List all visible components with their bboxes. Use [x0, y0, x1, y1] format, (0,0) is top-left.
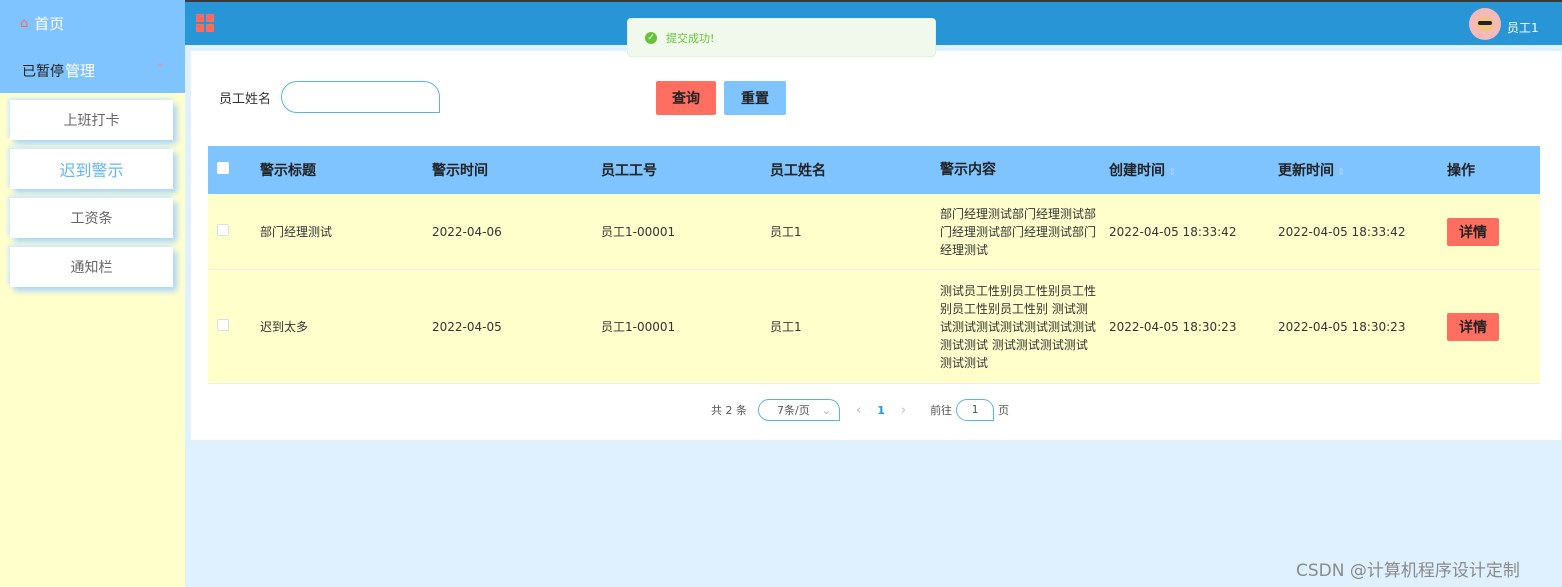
watermark: CSDN @计算机程序设计定制 [1296, 561, 1520, 581]
table-row: 迟到太多 2022-04-05 员工1-00001 员工1 测试员工性别员工性别… [208, 270, 1540, 384]
sidebar: ⌂ 首页 已暂停 管理 已暂停 ⌃ 上班打卡 迟到警示 工资条 通知栏 [0, 0, 185, 587]
home-icon: ⌂ [20, 16, 29, 31]
search-label: 员工姓名 [219, 91, 272, 107]
table-header: 警示标题 警示时间 员工工号 员工姓名 警示内容 创建时间 ⇕ 更新时间 ⇕ 操作 [208, 146, 1540, 194]
pagination: 共 2 条 7条/页 ⌄ ‹ 1 › 前往 1 页 [711, 399, 1009, 421]
avatar-face-icon [1476, 16, 1494, 32]
content-panel: 员工姓名 查询 重置 警示标题 警示时间 员工工号 员工姓名 警示内容 创建时间… [191, 51, 1561, 440]
table-row: 部门经理测试 2022-04-06 员工1-00001 员工1 部门经理测试部门… [208, 194, 1540, 270]
col-emp-name: 员工姓名 [770, 163, 826, 179]
goto-suffix: 页 [998, 404, 1010, 417]
cell-created: 2022-04-05 18:33:42 [1109, 224, 1237, 239]
page-size-select[interactable]: 7条/页 ⌄ [758, 399, 840, 421]
sidebar-item-notice[interactable]: 通知栏 [10, 247, 173, 287]
sort-icon[interactable]: ⇕ [1168, 167, 1176, 178]
col-content: 警示内容 [940, 162, 996, 178]
query-button[interactable]: 查询 [656, 81, 716, 115]
toast-message: 提交成功! [666, 31, 715, 45]
check-circle-icon: ✓ [645, 31, 657, 44]
row-checkbox[interactable] [217, 224, 229, 236]
warning-table: 警示标题 警示时间 员工工号 员工姓名 警示内容 创建时间 ⇕ 更新时间 ⇕ 操作 … [208, 146, 1540, 384]
col-updated[interactable]: 更新时间 ⇕ [1278, 160, 1447, 180]
search-row: 员工姓名 [219, 81, 441, 113]
cell-content: 测试员工性别员工性别员工性别员工性别员工性别 测试测试测试测试测试测试测试测试测… [940, 283, 1097, 370]
cell-title: 部门经理测试 [260, 225, 333, 239]
cell-time: 2022-04-05 [432, 319, 502, 334]
sidebar-item-clock-in[interactable]: 上班打卡 [10, 100, 173, 140]
success-toast: ✓ 提交成功! [627, 18, 936, 57]
user-name[interactable]: 员工1 [1507, 19, 1539, 36]
sidebar-submenu: 上班打卡 迟到警示 工资条 通知栏 [0, 93, 185, 287]
sidebar-home-label: 首页 [34, 15, 65, 33]
detail-button[interactable]: 详情 [1447, 312, 1499, 341]
main-area: 员工姓名 查询 重置 警示标题 警示时间 员工工号 员工姓名 警示内容 创建时间… [185, 45, 1562, 587]
cell-emp-no: 员工1-00001 [601, 225, 676, 239]
sidebar-item-payslip[interactable]: 工资条 [10, 198, 173, 238]
grid-menu-icon[interactable] [196, 14, 214, 32]
cell-content: 部门经理测试部门经理测试部门经理测试部门经理测试部门经理测试 [940, 206, 1097, 257]
cell-emp-name: 员工1 [770, 225, 802, 239]
cell-emp-no: 员工1-00001 [601, 320, 676, 334]
cell-emp-name: 员工1 [770, 320, 802, 334]
avatar[interactable] [1469, 8, 1501, 40]
cell-title: 迟到太多 [260, 320, 309, 334]
col-created[interactable]: 创建时间 ⇕ [1109, 160, 1278, 180]
col-title: 警示标题 [260, 163, 316, 179]
cell-time: 2022-04-06 [432, 224, 502, 239]
sidebar-group-label: 已暂停 [22, 64, 64, 80]
sidebar-group-toggle[interactable]: 已暂停 管理 已暂停 ⌃ [0, 47, 185, 93]
detail-button[interactable]: 详情 [1447, 217, 1499, 246]
cell-updated: 2022-04-05 18:33:42 [1278, 224, 1406, 239]
chevron-up-icon: ⌃ [154, 61, 165, 75]
col-action: 操作 [1447, 163, 1475, 179]
goto-label: 前往 [930, 404, 953, 417]
cell-updated: 2022-04-05 18:30:23 [1278, 319, 1406, 334]
sidebar-item-late-warning[interactable]: 迟到警示 [10, 149, 173, 189]
next-page-icon[interactable]: › [901, 403, 906, 418]
reset-button[interactable]: 重置 [724, 81, 786, 115]
sort-icon[interactable]: ⇕ [1337, 167, 1345, 178]
goto-page-input[interactable]: 1 [956, 399, 995, 421]
sidebar-item-home[interactable]: ⌂ 首页 [0, 0, 185, 47]
employee-name-input[interactable] [281, 81, 441, 113]
cell-created: 2022-04-05 18:30:23 [1109, 319, 1237, 334]
total-count: 共 2 条 [711, 404, 747, 417]
page-number[interactable]: 1 [877, 404, 885, 417]
select-all-checkbox[interactable] [217, 162, 229, 174]
row-checkbox[interactable] [217, 319, 229, 331]
prev-page-icon[interactable]: ‹ [856, 403, 861, 418]
col-time: 警示时间 [432, 163, 488, 179]
col-emp-no: 员工工号 [601, 163, 657, 179]
chevron-down-icon: ⌄ [821, 403, 831, 417]
sidebar-group-suffix: 管理 [65, 61, 96, 80]
